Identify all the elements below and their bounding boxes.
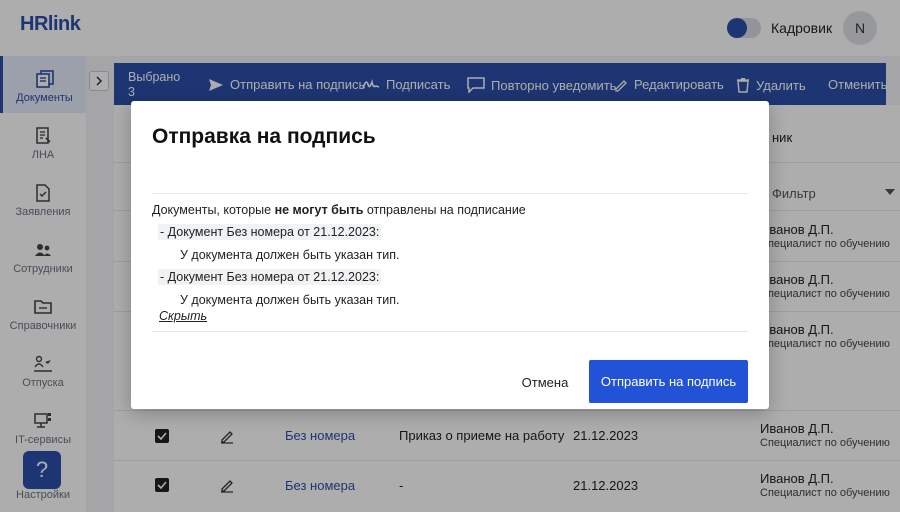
cancel-button[interactable]: Отмена [511,361,579,403]
error-document: - Документ Без номера от 21.12.2023: [158,224,382,240]
error-reason: У документа должен быть указан тип. [180,248,400,262]
error-reason: У документа должен быть указан тип. [180,293,400,307]
send-for-signature-dialog: Отправка на подпись Документы, которые н… [131,101,769,409]
send-for-signature-button[interactable]: Отправить на подпись [589,360,748,403]
intro-text-end: отправлены на подписание [363,203,526,217]
intro-text: Документы, которые [152,203,275,217]
error-document: - Документ Без номера от 21.12.2023: [158,269,382,285]
dialog-title: Отправка на подпись [152,125,376,148]
dialog-divider [152,331,748,332]
error-document-label: - Документ Без номера от 21.12.2023: [158,269,382,285]
dialog-intro: Документы, которые не могут быть отправл… [152,203,526,217]
hide-details-link[interactable]: Скрыть [159,309,207,323]
error-document-label: - Документ Без номера от 21.12.2023: [158,224,382,240]
dialog-divider [152,193,748,194]
intro-bold-text: не могут быть [274,203,364,217]
